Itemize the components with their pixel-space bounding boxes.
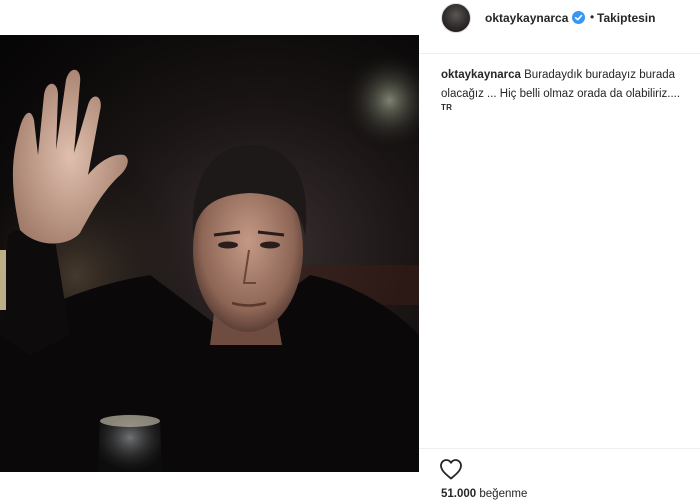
caption-username-link[interactable]: oktaykaynarca: [441, 69, 521, 81]
likes-count[interactable]: 51.000 beğenme: [441, 488, 527, 500]
follow-separator: •: [590, 10, 595, 24]
following-button[interactable]: Takiptesin: [597, 11, 655, 25]
post-sidebar: oktaykaynarca • Takiptesin oktaykaynarca…: [419, 0, 700, 503]
username-link[interactable]: oktaykaynarca: [485, 11, 568, 25]
post-header: oktaykaynarca • Takiptesin: [419, 0, 700, 38]
post-photo[interactable]: [0, 35, 419, 472]
heart-outline-icon[interactable]: [439, 458, 463, 480]
translation-language-label[interactable]: TR: [441, 103, 452, 112]
header-divider: [419, 53, 700, 54]
likes-number: 51.000: [441, 488, 477, 500]
verified-badge-icon: [572, 11, 585, 24]
man-raising-hand-illustration: [0, 35, 419, 472]
actions-divider: [419, 448, 700, 449]
post-caption: oktaykaynarca Buradaydık buradayız burad…: [441, 66, 691, 104]
likes-label: beğenme: [479, 488, 528, 500]
avatar[interactable]: [441, 3, 471, 33]
